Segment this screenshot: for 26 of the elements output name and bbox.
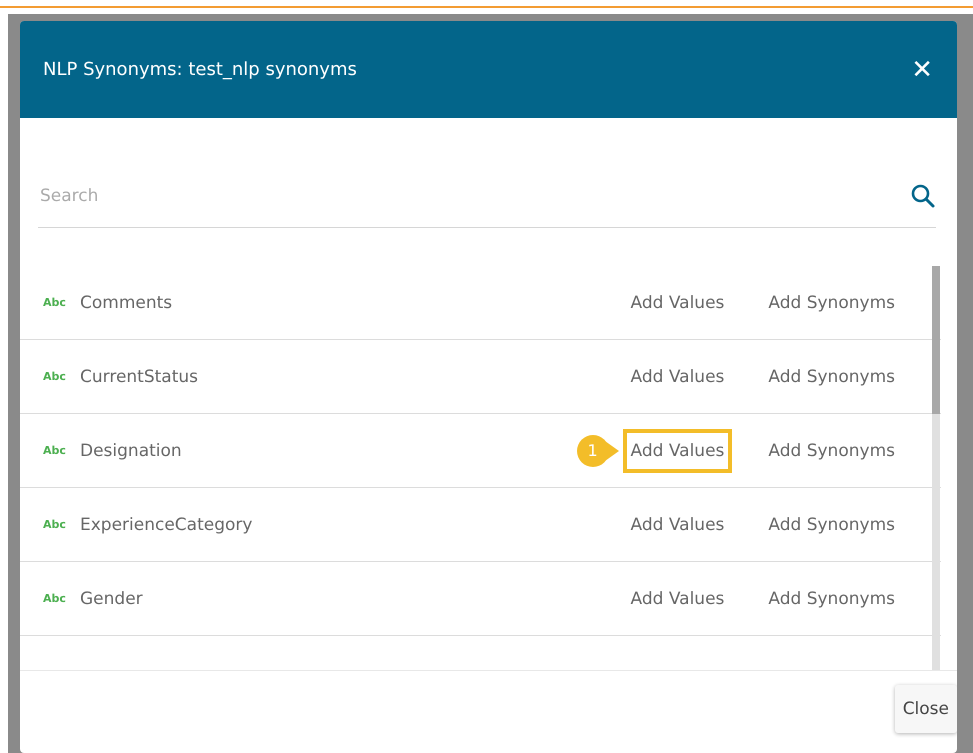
step-callout: 1 [576, 434, 619, 466]
field-name: Designation [80, 440, 182, 460]
add-values-link[interactable]: Add Values [622, 428, 732, 472]
text-type-label: Abc [43, 592, 67, 605]
add-synonyms-link[interactable]: Add Synonyms [762, 584, 901, 612]
text-type-label: Abc [43, 444, 67, 457]
field-name: ExperienceCategory [80, 514, 252, 534]
search-icon[interactable] [910, 183, 936, 209]
add-synonyms-link[interactable]: Add Synonyms [762, 436, 901, 464]
field-name: Gender [80, 588, 143, 608]
add-values-link[interactable]: Add Values [622, 280, 732, 324]
text-type-label: Abc [43, 518, 67, 531]
field-name: CurrentStatus [80, 366, 198, 386]
add-synonyms-link[interactable]: Add Synonyms [762, 510, 901, 538]
search-field[interactable]: Search [38, 185, 910, 207]
field-name: Comments [80, 292, 172, 312]
close-button[interactable]: Close [894, 685, 957, 733]
add-values-link[interactable]: Add Values [622, 354, 732, 398]
text-type-label: Abc [43, 296, 67, 309]
add-synonyms-link[interactable]: Add Synonyms [762, 362, 901, 390]
scrollbar[interactable] [932, 266, 940, 670]
add-synonyms-link[interactable]: Add Synonyms [762, 288, 901, 316]
dialog-title: NLP Synonyms: test_nlp synonyms [43, 59, 358, 80]
add-values-link[interactable]: Add Values [622, 576, 732, 620]
text-type-label: Abc [43, 370, 67, 383]
add-values-link[interactable]: Add Values [622, 502, 732, 546]
